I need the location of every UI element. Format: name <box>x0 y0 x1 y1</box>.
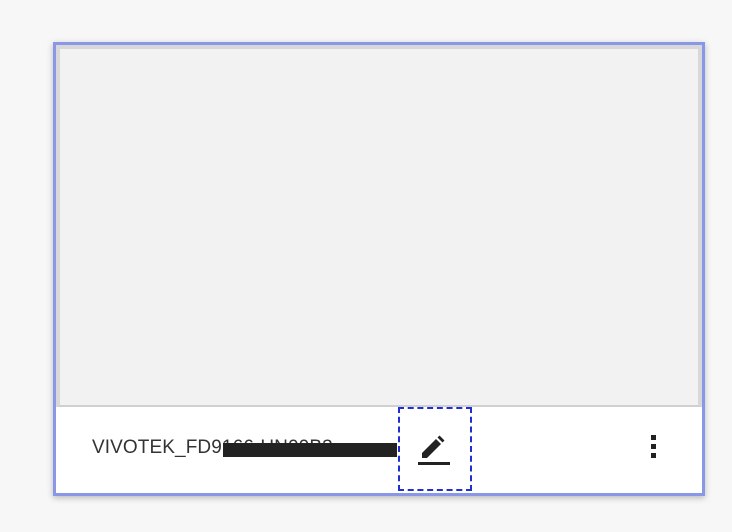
camera-card[interactable]: VIVOTEK_FD9166-HN00B3 <box>53 42 705 496</box>
more-dot <box>650 453 656 458</box>
edit-name-button[interactable] <box>398 407 472 491</box>
more-dot <box>650 444 656 449</box>
page-background: VIVOTEK_FD9166-HN00B3 <box>0 0 732 532</box>
more-dot <box>650 435 656 440</box>
more-options-button[interactable] <box>648 435 658 465</box>
camera-preview[interactable] <box>56 45 702 407</box>
redaction-bar <box>223 443 397 457</box>
pencil-icon <box>418 435 450 465</box>
camera-card-footer: VIVOTEK_FD9166-HN00B3 <box>56 407 702 493</box>
